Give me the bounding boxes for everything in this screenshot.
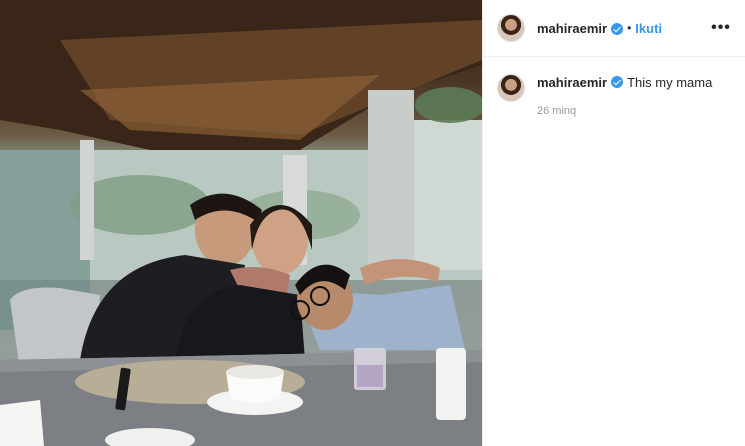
follow-button[interactable]: Ikuti xyxy=(635,21,662,36)
avatar[interactable] xyxy=(497,74,525,102)
caption-comment: mahiraemir This my mama 26 minq xyxy=(483,57,745,120)
caption-username[interactable]: mahiraemir xyxy=(537,75,607,90)
post-header: mahiraemir • Ikuti ••• xyxy=(483,0,745,57)
photo-illustration xyxy=(0,0,482,446)
post-sidebar: mahiraemir • Ikuti ••• mahiraemir This my… xyxy=(482,0,745,446)
verified-badge-icon xyxy=(611,76,624,88)
header-username[interactable]: mahiraemir xyxy=(537,21,607,36)
separator-dot: • xyxy=(627,21,632,35)
post-timestamp[interactable]: 26 minq xyxy=(537,102,712,120)
more-options-icon[interactable]: ••• xyxy=(711,18,731,38)
caption-body: mahiraemir This my mama 26 minq xyxy=(537,74,712,120)
caption-text: This my mama xyxy=(627,75,713,90)
avatar[interactable] xyxy=(497,14,525,42)
verified-badge-icon xyxy=(611,23,624,35)
post-photo[interactable] xyxy=(0,0,482,446)
instagram-post: mahiraemir • Ikuti ••• mahiraemir This my… xyxy=(0,0,745,446)
